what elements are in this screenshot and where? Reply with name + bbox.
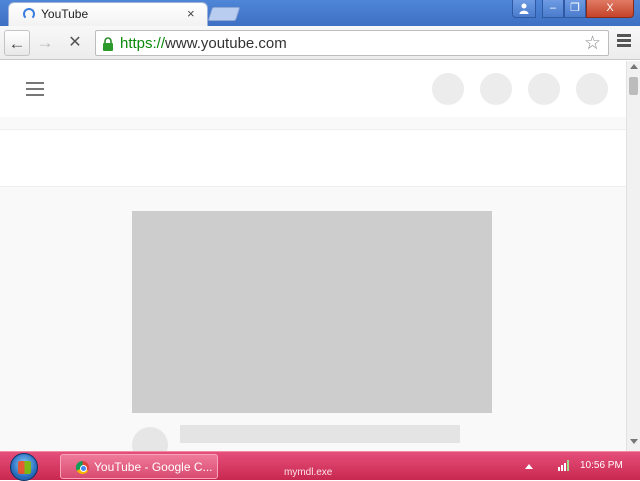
tab-title: YouTube [41, 7, 89, 21]
placeholder-video-thumbnail [132, 211, 492, 413]
scroll-up-arrow-icon[interactable] [630, 64, 638, 69]
taskbar: YouTube - Google C... mymdl.exe 10:56 PM [0, 451, 640, 481]
start-button[interactable] [10, 453, 38, 481]
placeholder-circle [432, 73, 464, 105]
page-viewport [0, 61, 626, 451]
url-text: https://www.youtube.com [120, 35, 287, 52]
tab-youtube[interactable]: YouTube × [8, 2, 208, 26]
placeholder-avatar [132, 427, 168, 451]
chrome-icon [76, 461, 89, 474]
scroll-thumb[interactable] [629, 77, 638, 95]
maximize-button[interactable]: ❐ [564, 0, 586, 18]
forward-button[interactable]: → [32, 30, 58, 56]
network-icon[interactable] [557, 459, 570, 471]
lock-icon [103, 37, 113, 51]
back-button[interactable]: ← [4, 30, 30, 56]
tab-close-icon[interactable]: × [187, 6, 195, 21]
minimize-button[interactable]: – [542, 0, 564, 18]
placeholder-filter-bar [0, 129, 626, 187]
show-hidden-icons-arrow-icon[interactable] [525, 464, 533, 469]
user-icon [519, 3, 529, 14]
process-label: mymdl.exe [284, 467, 333, 478]
windows-logo-icon [18, 461, 31, 474]
placeholder-circle [528, 73, 560, 105]
url-host: www.youtube.com [165, 35, 287, 52]
browser-toolbar: ← → ✕ https://www.youtube.com ☆ [0, 26, 640, 60]
new-tab-button[interactable] [207, 7, 241, 21]
scroll-down-arrow-icon[interactable] [630, 439, 638, 444]
placeholder-title-line [180, 425, 460, 443]
placeholder-circle [576, 73, 608, 105]
taskbar-item-chrome[interactable]: YouTube - Google C... [60, 454, 218, 479]
system-clock[interactable]: 10:56 PM [580, 460, 623, 471]
stop-loading-button[interactable]: ✕ [62, 30, 88, 56]
chrome-menu-icon[interactable] [614, 32, 634, 54]
loading-spinner-icon [23, 8, 35, 20]
taskbar-item-label: YouTube - Google C... [94, 460, 213, 474]
masthead [0, 61, 626, 117]
address-bar[interactable]: https://www.youtube.com ☆ [95, 30, 609, 56]
bookmark-star-icon[interactable]: ☆ [584, 32, 601, 55]
profile-button[interactable] [512, 0, 536, 18]
window-title-bar: YouTube × – ❐ X [0, 0, 640, 26]
hamburger-menu-icon[interactable] [26, 82, 46, 98]
vertical-scrollbar[interactable] [626, 61, 640, 451]
close-window-button[interactable]: X [586, 0, 634, 18]
placeholder-circle [480, 73, 512, 105]
url-scheme: https:// [120, 35, 166, 52]
